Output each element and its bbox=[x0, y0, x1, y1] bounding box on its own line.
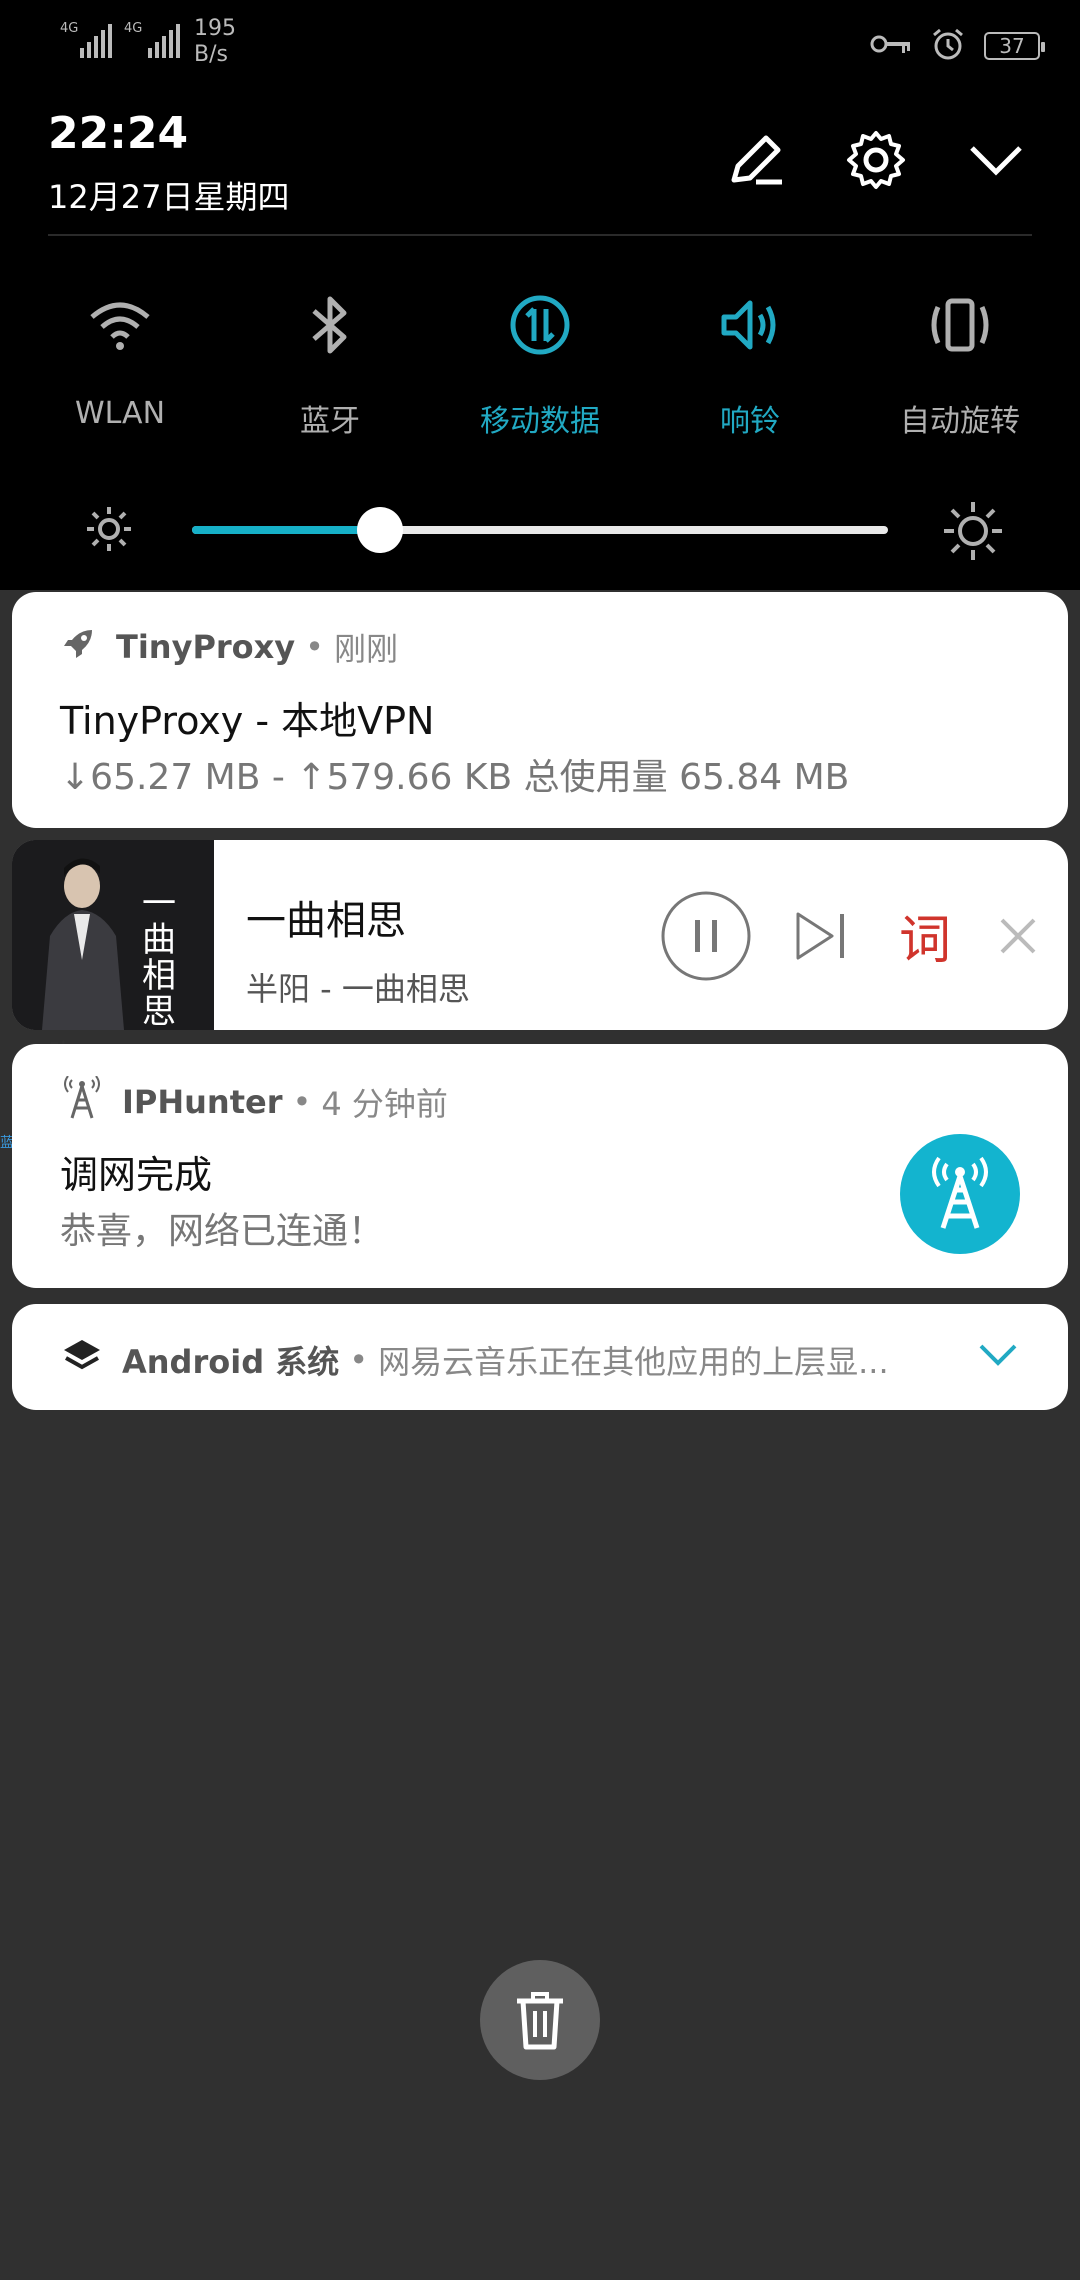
pause-icon bbox=[661, 891, 751, 981]
wifi-icon bbox=[15, 290, 225, 360]
tile-label: 移动数据 bbox=[480, 404, 600, 439]
skip-next-icon bbox=[796, 912, 844, 960]
notification-music-player[interactable]: 一曲相思 一曲相思 半阳 - 一曲相思 词 bbox=[12, 840, 1068, 1030]
clear-all-button[interactable] bbox=[480, 1960, 600, 2080]
notification-time: 4 分钟前 bbox=[321, 1085, 448, 1123]
app-name: IPHunter bbox=[122, 1083, 283, 1121]
album-cover-title: 一曲相思 bbox=[142, 884, 176, 1030]
tile-label: 自动旋转 bbox=[900, 404, 1020, 439]
volume-ring-icon bbox=[645, 290, 855, 360]
status-bar: 4G 4G 195 B/s 37 bbox=[0, 0, 1080, 80]
next-track-button[interactable] bbox=[792, 906, 852, 966]
cellular-signal-icon: 4G bbox=[60, 18, 116, 66]
svg-text:4G: 4G bbox=[124, 21, 142, 36]
header-divider bbox=[48, 234, 1032, 236]
brightness-low-icon bbox=[84, 500, 134, 562]
battery-icon: 37 bbox=[984, 32, 1045, 60]
tile-bluetooth[interactable]: 蓝牙 bbox=[225, 290, 435, 440]
vpn-key-icon bbox=[870, 32, 912, 60]
tile-label: 响铃 bbox=[720, 404, 780, 439]
notification-text: 网易云音乐正在其他应用的上层显... bbox=[378, 1343, 889, 1381]
tile-ring[interactable]: 响铃 bbox=[645, 290, 855, 440]
song-title: 一曲相思 bbox=[246, 898, 406, 944]
lyrics-button[interactable]: 词 bbox=[890, 900, 960, 971]
tile-label: 蓝牙 bbox=[300, 404, 360, 439]
svg-text:4G: 4G bbox=[60, 21, 78, 36]
cellular-signal-2-icon: 4G bbox=[124, 18, 184, 66]
tile-wlan[interactable]: WLAN bbox=[15, 290, 225, 431]
song-artist: 半阳 - 一曲相思 bbox=[246, 970, 470, 1008]
mobile-data-icon bbox=[435, 290, 645, 360]
brightness-slider-thumb[interactable] bbox=[356, 507, 403, 553]
notification-iphunter[interactable]: IPHunter • 4 分钟前 调网完成 恭喜，网络已连通！ bbox=[12, 1044, 1068, 1288]
antenna-tower-icon bbox=[62, 1075, 102, 1128]
notification-text: 恭喜，网络已连通！ bbox=[60, 1211, 385, 1252]
notification-text: ↓65.27 MB - ↑579.66 KB 总使用量 65.84 MB bbox=[60, 757, 850, 798]
brightness-high-icon bbox=[942, 500, 1004, 566]
notification-tinyproxy[interactable]: TinyProxy • 刚刚 TinyProxy - 本地VPN ↓65.27 … bbox=[12, 592, 1068, 828]
edit-icon[interactable] bbox=[724, 128, 788, 192]
trash-icon bbox=[517, 1992, 563, 2050]
pause-button[interactable] bbox=[660, 890, 752, 982]
notification-android-system[interactable]: Android 系统 • 网易云音乐正在其他应用的上层显... bbox=[12, 1304, 1068, 1410]
alarm-icon bbox=[930, 26, 966, 66]
layers-icon bbox=[62, 1336, 102, 1384]
brightness-slider[interactable] bbox=[192, 507, 888, 553]
tile-auto-rotate[interactable]: 自动旋转 bbox=[855, 290, 1065, 440]
quick-settings: WLAN 蓝牙 移动数据 响铃 自动旋转 bbox=[0, 290, 1080, 439]
expand-chevron-icon[interactable] bbox=[978, 1342, 1018, 1372]
close-icon bbox=[1000, 918, 1036, 954]
notification-title: 调网完成 bbox=[60, 1153, 213, 1197]
chevron-down-icon[interactable] bbox=[964, 128, 1028, 192]
notification-time: 刚刚 bbox=[334, 630, 399, 668]
settings-gear-icon[interactable] bbox=[844, 128, 908, 192]
notification-title: TinyProxy - 本地VPN bbox=[60, 699, 435, 743]
auto-rotate-icon bbox=[855, 290, 1065, 360]
app-name: Android 系统 bbox=[122, 1343, 340, 1381]
rocket-icon bbox=[62, 626, 96, 668]
tile-label: WLAN bbox=[74, 396, 166, 431]
clock-time: 22:24 bbox=[48, 108, 189, 159]
tile-mobile-data[interactable]: 移动数据 bbox=[435, 290, 645, 440]
app-name: TinyProxy bbox=[116, 628, 296, 666]
network-speed: 195 B/s bbox=[194, 16, 236, 67]
album-cover[interactable]: 一曲相思 bbox=[12, 840, 214, 1030]
close-button[interactable] bbox=[992, 910, 1044, 962]
bluetooth-icon bbox=[225, 290, 435, 360]
brightness-slider-fill bbox=[192, 526, 380, 534]
iphunter-app-icon bbox=[900, 1134, 1020, 1254]
clock-date: 12月27日星期四 bbox=[48, 178, 290, 216]
